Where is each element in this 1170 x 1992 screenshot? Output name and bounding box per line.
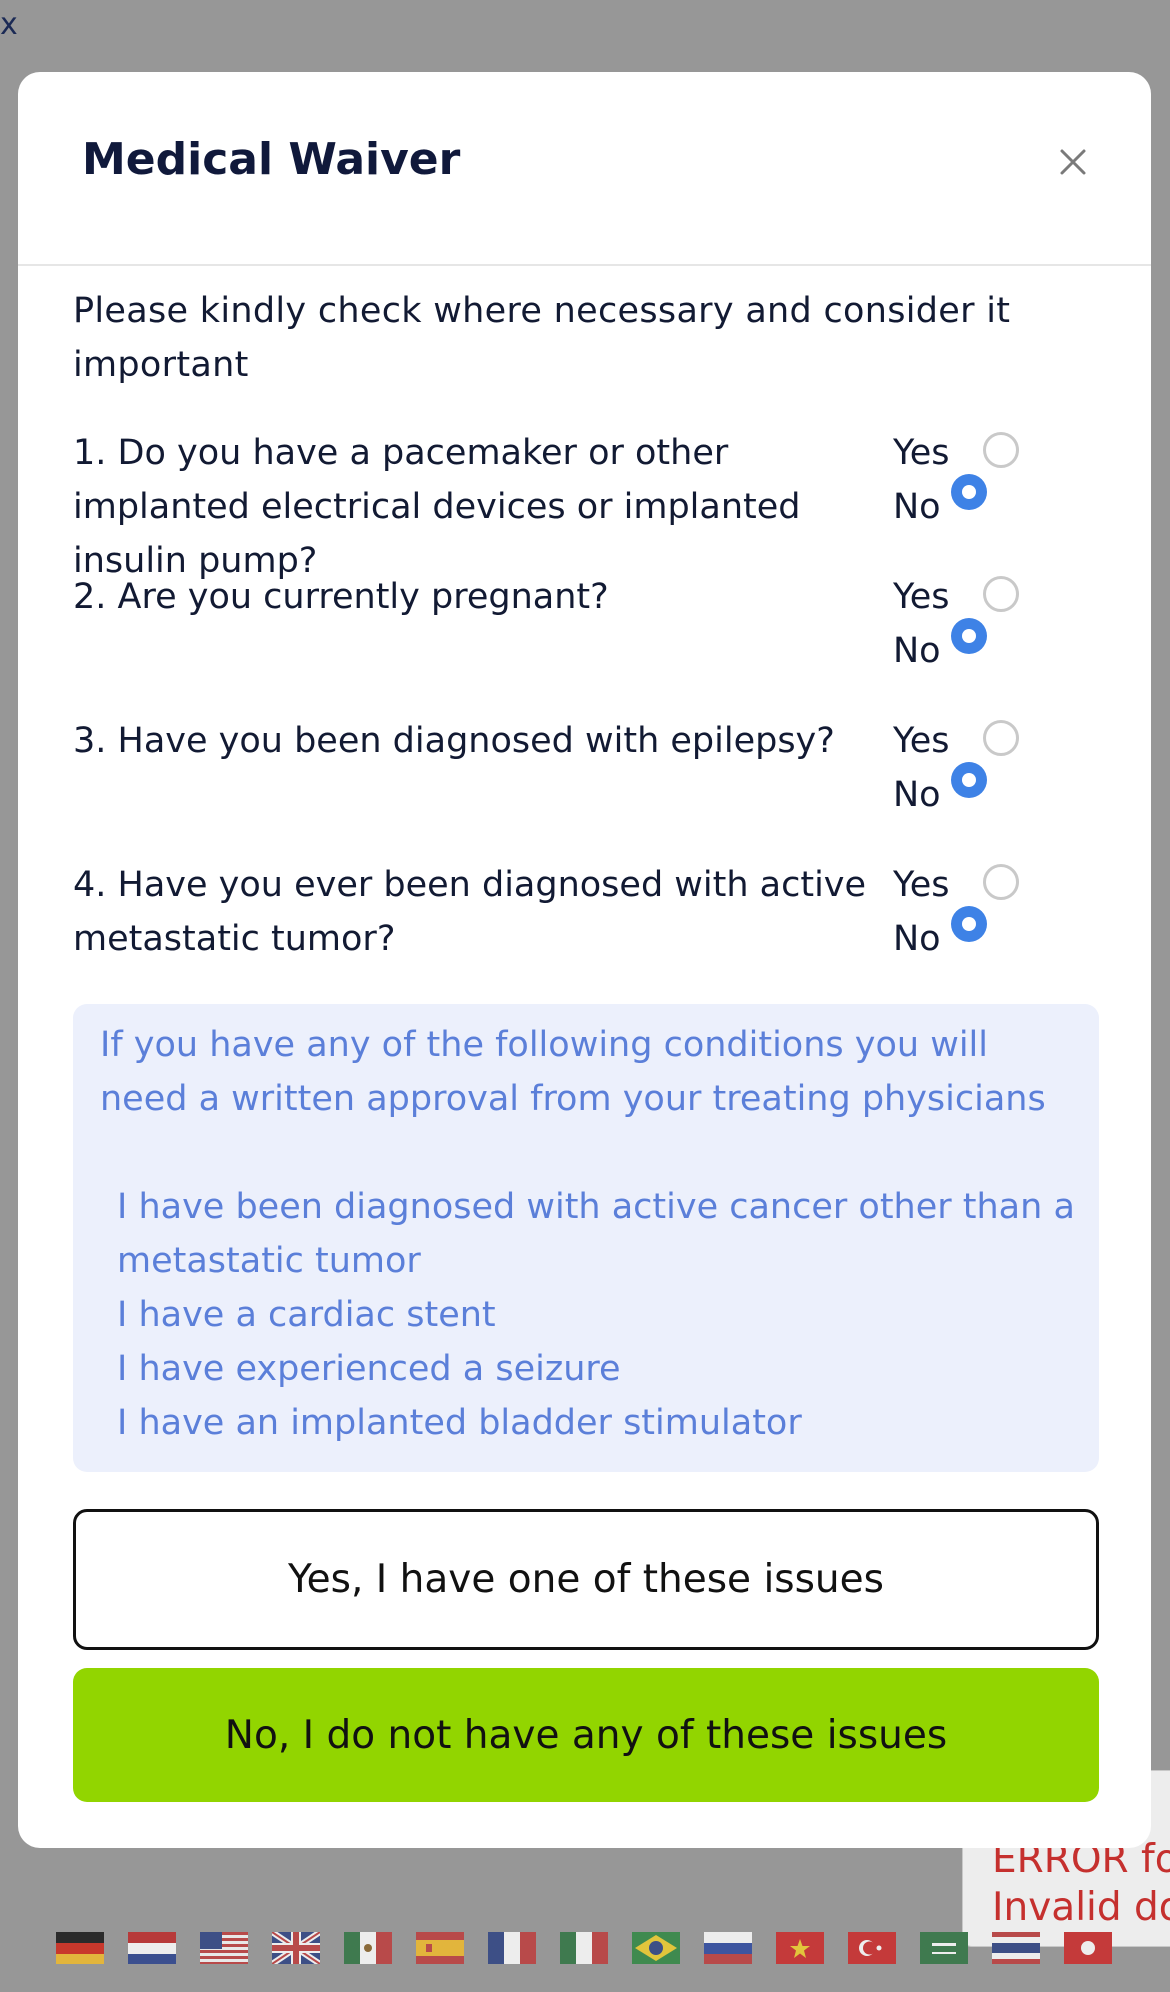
france-flag-icon[interactable] (488, 1932, 536, 1964)
condition-item: I have an implanted bladder stimulator (117, 1403, 802, 1443)
question-4-no-label: No (893, 919, 941, 959)
question-3-text: 3. Have you been diagnosed with epilepsy… (73, 721, 835, 761)
close-icon (1060, 149, 1086, 175)
intro-text: Please kindly check where necessary and … (73, 291, 1011, 385)
question-2-no-radio[interactable] (951, 618, 987, 654)
conditions-info-box: If you have any of the following conditi… (73, 1004, 1099, 1472)
question-1-yes-label: Yes (893, 433, 950, 473)
question-2-yes-label: Yes (893, 577, 950, 617)
question-1-no-radio[interactable] (951, 474, 987, 510)
question-3-no-radio[interactable] (951, 762, 987, 798)
question-4-yes-radio[interactable] (983, 864, 1019, 900)
netherlands-flag-icon[interactable] (128, 1932, 176, 1964)
germany-flag-icon[interactable] (56, 1932, 104, 1964)
question-1-no-label: No (893, 487, 941, 527)
question-2-yes-radio[interactable] (983, 576, 1019, 612)
question-3-no-label: No (893, 775, 941, 815)
question-1: 1. Do you have a pacemaker or other impl… (73, 426, 1103, 581)
close-button[interactable] (1053, 142, 1093, 182)
modal-title: Medical Waiver (82, 134, 461, 185)
conditions-list: I have been diagnosed with active cancer… (117, 1180, 1077, 1450)
no-issues-button[interactable]: No, I do not have any of these issues (73, 1668, 1099, 1802)
italy-flag-icon[interactable] (560, 1932, 608, 1964)
uk-flag-icon[interactable] (272, 1932, 320, 1964)
header-divider (18, 264, 1151, 266)
japan-flag-icon[interactable] (1064, 1932, 1112, 1964)
saudi-arabia-flag-icon[interactable] (920, 1932, 968, 1964)
vietnam-flag-icon[interactable] (776, 1932, 824, 1964)
thailand-flag-icon[interactable] (992, 1932, 1040, 1964)
question-4-text: 4. Have you ever been diagnosed with act… (73, 865, 867, 959)
turkey-flag-icon[interactable] (848, 1932, 896, 1964)
question-2-text: 2. Are you currently pregnant? (73, 577, 609, 617)
question-4: 4. Have you ever been diagnosed with act… (73, 858, 1103, 968)
question-1-yes-radio[interactable] (983, 432, 1019, 468)
russia-flag-icon[interactable] (704, 1932, 752, 1964)
question-3-yes-radio[interactable] (983, 720, 1019, 756)
mexico-flag-icon[interactable] (344, 1932, 392, 1964)
background-close-icon[interactable]: x (0, 10, 18, 40)
language-flags (56, 1932, 1136, 1964)
condition-item: I have been diagnosed with active cancer… (117, 1187, 1075, 1281)
medical-waiver-modal: Medical Waiver Please kindly check where… (18, 72, 1151, 1848)
question-2: 2. Are you currently pregnant? Yes No (73, 570, 1103, 680)
question-4-yes-label: Yes (893, 865, 950, 905)
question-3: 3. Have you been diagnosed with epilepsy… (73, 714, 1103, 824)
error-line-2: Invalid do (992, 1885, 1170, 1930)
question-4-no-radio[interactable] (951, 906, 987, 942)
error-message: ERROR fo Invalid do (992, 1836, 1170, 1932)
question-3-yes-label: Yes (893, 721, 950, 761)
brazil-flag-icon[interactable] (632, 1932, 680, 1964)
condition-item: I have experienced a seizure (117, 1349, 621, 1389)
question-2-no-label: No (893, 631, 941, 671)
condition-item: I have a cardiac stent (117, 1295, 496, 1335)
conditions-info-text: If you have any of the following conditi… (100, 1025, 1046, 1119)
yes-have-issues-button[interactable]: Yes, I have one of these issues (73, 1509, 1099, 1650)
question-1-text: 1. Do you have a pacemaker or other impl… (73, 433, 801, 581)
spain-flag-icon[interactable] (416, 1932, 464, 1964)
usa-flag-icon[interactable] (200, 1932, 248, 1964)
